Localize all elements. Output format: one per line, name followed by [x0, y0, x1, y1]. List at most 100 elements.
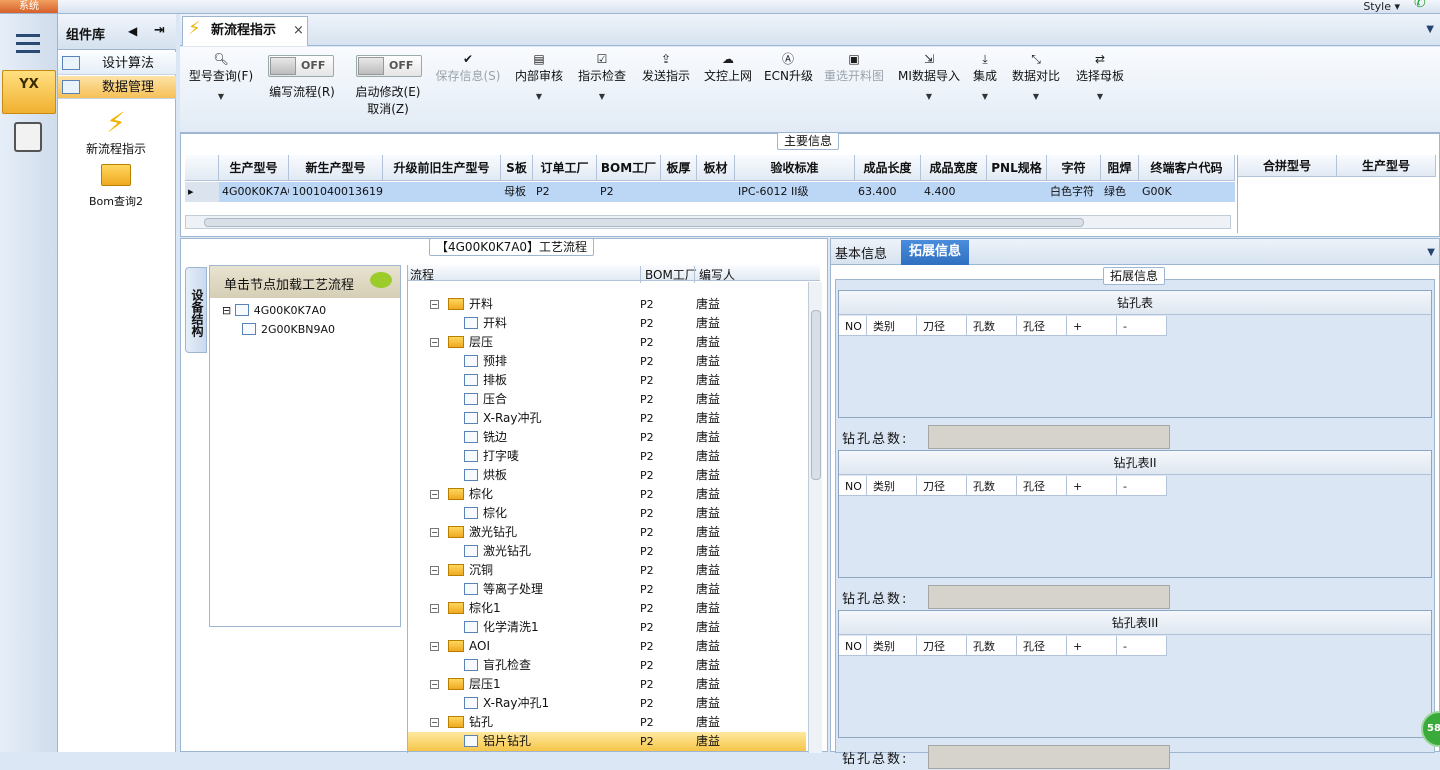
table-cell[interactable]: [987, 182, 1047, 202]
column-header[interactable]: 孔数: [967, 636, 1017, 656]
collapse-icon[interactable]: −: [430, 338, 439, 347]
cancel-label[interactable]: 取消(Z): [348, 100, 428, 117]
column-header[interactable]: BOM工厂: [597, 155, 661, 181]
column-header[interactable]: NO: [839, 636, 867, 656]
collapse-left-icon[interactable]: ◀: [128, 24, 137, 38]
column-header[interactable]: 板材: [697, 155, 735, 181]
table-row[interactable]: − 层压1 P2 唐益: [408, 675, 806, 694]
mi-import-button[interactable]: ⇲ MI数据导入 ▼: [896, 51, 962, 101]
integrate-button[interactable]: ⤓ 集成 ▼: [970, 51, 1000, 101]
column-header[interactable]: 板厚: [661, 155, 697, 181]
column-header[interactable]: 生产型号: [219, 155, 289, 181]
chevron-down-icon[interactable]: ▼: [1426, 24, 1434, 35]
drill-total-field[interactable]: [928, 425, 1170, 449]
table-row[interactable]: 烘板 P2 唐益: [408, 466, 806, 485]
scrollbar-thumb[interactable]: [204, 218, 1084, 227]
column-header[interactable]: 孔数: [967, 316, 1017, 336]
tile-bom-query[interactable]: Bom查询2: [68, 164, 164, 209]
collapse-icon[interactable]: −: [430, 604, 439, 613]
column-header[interactable]: PNL规格: [987, 155, 1047, 181]
tile-new-process[interactable]: ⚡ 新流程指示: [68, 106, 164, 157]
column-header[interactable]: 孔径: [1017, 476, 1067, 496]
column-header[interactable]: 终端客户代码: [1139, 155, 1235, 181]
column-header[interactable]: 类别: [867, 316, 917, 336]
table-cell[interactable]: [697, 182, 735, 202]
collapse-icon[interactable]: −: [430, 642, 439, 651]
table-row[interactable]: 激光钻孔 P2 唐益: [408, 542, 806, 561]
column-header[interactable]: +: [1067, 636, 1117, 656]
close-icon[interactable]: ×: [293, 17, 304, 45]
collapse-icon[interactable]: −: [430, 528, 439, 537]
column-header[interactable]: +: [1067, 476, 1117, 496]
table-row[interactable]: 等离子处理 P2 唐益: [408, 580, 806, 599]
library-item-design-algorithm[interactable]: 设计算法: [58, 52, 176, 75]
rail-yx-module[interactable]: YX: [2, 70, 56, 114]
column-header[interactable]: 验收标准: [735, 155, 855, 181]
table-row[interactable]: − 钻孔 P2 唐益: [408, 713, 806, 732]
style-menu[interactable]: Style ▾: [1363, 0, 1400, 13]
phone-icon[interactable]: ✆: [1414, 0, 1432, 11]
table-row[interactable]: 排板 P2 唐益: [408, 371, 806, 390]
column-header[interactable]: 类别: [867, 636, 917, 656]
table-row[interactable]: − 沉铜 P2 唐益: [408, 561, 806, 580]
column-header[interactable]: 编写人: [694, 266, 735, 283]
table-row[interactable]: 化学清洗1 P2 唐益: [408, 618, 806, 637]
column-header[interactable]: 合拼型号: [1238, 155, 1337, 177]
row-indicator[interactable]: ▸: [185, 182, 219, 202]
table-row[interactable]: X-Ray冲孔 P2 唐益: [408, 409, 806, 428]
table-cell[interactable]: 母板: [501, 182, 533, 202]
table-cell[interactable]: G00K: [1139, 182, 1235, 202]
start-edit-toggle[interactable]: OFF: [356, 55, 422, 77]
select-mother-board-button[interactable]: ⇄ 选择母板 ▼: [1074, 51, 1126, 101]
chevron-down-icon[interactable]: ▼: [1427, 247, 1435, 258]
table-cell[interactable]: 4.400: [921, 182, 987, 202]
table-row[interactable]: 压合 P2 唐益: [408, 390, 806, 409]
save-info-button[interactable]: ✔ 保存信息(S): [432, 51, 504, 84]
table-row[interactable]: − 层压 P2 唐益: [408, 333, 806, 352]
table-row[interactable]: X-Ray冲孔1 P2 唐益: [408, 694, 806, 713]
table-cell[interactable]: P2: [533, 182, 597, 202]
column-header[interactable]: +: [1067, 316, 1117, 336]
hamburger-menu-icon[interactable]: [16, 34, 40, 54]
column-header[interactable]: -: [1117, 636, 1167, 656]
column-header[interactable]: S板: [501, 155, 533, 181]
table-cell[interactable]: 10010400136191: [289, 182, 383, 202]
horizontal-scrollbar[interactable]: [185, 215, 1231, 229]
collapse-icon[interactable]: −: [430, 566, 439, 575]
column-header[interactable]: 生产型号: [1337, 155, 1436, 177]
scrollbar-thumb[interactable]: [811, 310, 821, 480]
tree-node-child[interactable]: 2G00KBN9A0: [242, 321, 335, 339]
column-header[interactable]: 成品宽度: [921, 155, 987, 181]
table-row[interactable]: 铝片钻孔 P2 唐益: [408, 732, 806, 751]
table-row[interactable]: 铣边 P2 唐益: [408, 428, 806, 447]
table-row[interactable]: − 开料 P2 唐益: [408, 295, 806, 314]
column-header[interactable]: 阻焊: [1101, 155, 1139, 181]
column-header[interactable]: 新生产型号: [289, 155, 383, 181]
column-header[interactable]: 孔径: [1017, 316, 1067, 336]
tab-new-process[interactable]: ⚡ 新流程指示 ×: [182, 16, 308, 46]
column-header[interactable]: 升级前旧生产型号: [383, 155, 501, 181]
column-header[interactable]: 订单工厂: [533, 155, 597, 181]
ecn-upgrade-button[interactable]: Ⓐ ECN升级: [764, 51, 813, 84]
column-header[interactable]: 孔数: [967, 476, 1017, 496]
tab-equipment-structure[interactable]: 设备结构: [185, 267, 207, 353]
column-header[interactable]: -: [1117, 476, 1167, 496]
column-header[interactable]: BOM工厂: [640, 266, 697, 283]
table-cell[interactable]: 绿色: [1101, 182, 1139, 202]
collapse-icon[interactable]: −: [430, 718, 439, 727]
internal-review-button[interactable]: ▤ 内部审核 ▼: [514, 51, 564, 101]
doc-upload-button[interactable]: ☁ 文控上网: [702, 51, 754, 84]
table-cell[interactable]: [661, 182, 697, 202]
vertical-scrollbar[interactable]: [808, 282, 822, 753]
collapse-icon[interactable]: −: [430, 490, 439, 499]
system-menu-button[interactable]: 系统: [0, 0, 58, 13]
table-row[interactable]: − AOI P2 唐益: [408, 637, 806, 656]
column-header[interactable]: -: [1117, 316, 1167, 336]
write-process-toggle[interactable]: OFF: [268, 55, 334, 77]
table-row[interactable]: − 激光钻孔 P2 唐益: [408, 523, 806, 542]
model-query-button[interactable]: 🔍︎ 型号查询(F) ▼: [186, 51, 256, 101]
table-row[interactable]: − 棕化1 P2 唐益: [408, 599, 806, 618]
reselect-cutting-button[interactable]: ▣ 重选开料图: [822, 51, 886, 84]
table-row[interactable]: 打字唛 P2 唐益: [408, 447, 806, 466]
column-header[interactable]: 字符: [1047, 155, 1101, 181]
